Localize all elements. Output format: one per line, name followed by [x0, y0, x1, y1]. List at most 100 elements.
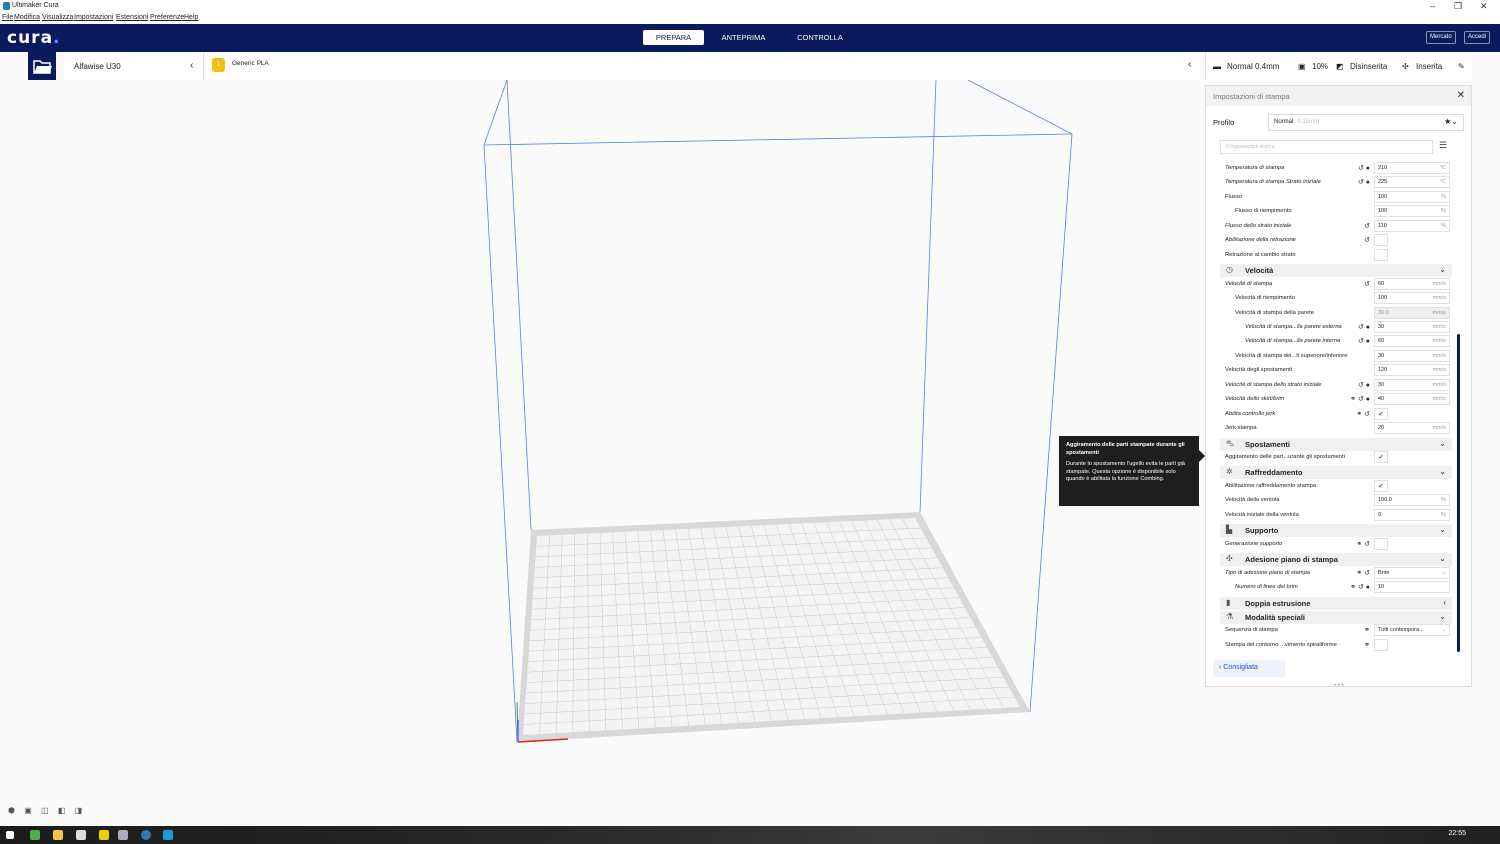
recommended-button[interactable]: ‹ Consigliata — [1213, 660, 1285, 677]
category-label: Raffreddamento — [1245, 468, 1303, 478]
reset-link-icons[interactable]: ⚭ ↺ ● — [1340, 395, 1370, 403]
category-raffreddamento[interactable]: ✲ Raffreddamento ⌄ — [1220, 466, 1452, 480]
reset-link-icons[interactable]: ↺ — [1340, 222, 1370, 230]
menu-estensioni[interactable]: Estensioni — [116, 14, 148, 21]
tab-anteprima[interactable]: ANTEPRIMA — [713, 30, 774, 45]
setting-value-field[interactable]: 30 mm/s — [1374, 378, 1450, 391]
chrome-icon[interactable] — [30, 830, 40, 840]
marketplace-button[interactable]: Mercato — [1426, 31, 1456, 44]
setting-value-field[interactable]: Brim ⌄ — [1374, 566, 1450, 579]
view-right-icon[interactable]: ◨ — [75, 806, 83, 815]
view-front-icon[interactable]: ▣ — [24, 806, 32, 815]
chevron-left-icon: ‹ — [1188, 59, 1192, 70]
print-settings-summary[interactable]: ▬ Normal 0.4mm ▣ 10% ◩ Disinserita ✣ Ins… — [1205, 52, 1472, 80]
setting-value-field[interactable]: 40 mm/s — [1374, 393, 1450, 406]
reset-link-icons[interactable]: ↺ — [1340, 236, 1370, 244]
menu-file[interactable]: File — [2, 14, 13, 21]
scrollbar[interactable] — [1457, 334, 1460, 652]
menu-impostazioni[interactable]: Impostazioni — [74, 14, 113, 21]
setting-value-field[interactable]: 60 mm/s — [1374, 277, 1450, 290]
close-window-button[interactable]: ✕ — [1480, 1, 1488, 12]
explorer-icon[interactable] — [53, 830, 63, 840]
setting-value: 60 — [1378, 338, 1385, 345]
setting-value-field[interactable]: 10 — [1374, 581, 1450, 594]
setting-value-field[interactable]: 30 mm/s — [1374, 349, 1450, 362]
search-input[interactable]: ⚲ Impostazioni ricerca — [1220, 140, 1433, 154]
reset-link-icons[interactable]: ↺ ● — [1340, 381, 1370, 389]
category-spostamenti[interactable]: ⛍ Spostamenti ⌄ — [1220, 437, 1452, 451]
setting-row: Velocità di stampa...lla parete interna ↺… — [1224, 335, 1452, 349]
menu-modifica[interactable]: Modifica — [14, 14, 40, 21]
sticky-icon[interactable] — [99, 830, 109, 840]
setting-value-field[interactable]: 100 mm/s — [1374, 292, 1450, 305]
printer-selector[interactable]: Alfawise U30 ‹ — [64, 52, 204, 80]
setting-unit: mm/s — [1432, 367, 1446, 374]
open-file-button[interactable] — [28, 52, 56, 80]
printer-name: Alfawise U30 — [74, 62, 121, 71]
view-3d-icon[interactable]: ⬢ — [8, 806, 15, 815]
setting-checkbox[interactable]: ✓ — [1374, 451, 1388, 463]
view-left-icon[interactable]: ◧ — [58, 806, 66, 815]
tab-controlla[interactable]: CONTROLLA — [788, 30, 852, 45]
tab-prepara[interactable]: PREPARA — [643, 30, 704, 45]
mail-icon[interactable] — [76, 830, 86, 840]
setting-row: Velocità degli spostamenti 120 mm/s — [1224, 364, 1452, 378]
close-icon[interactable]: ✕ — [1457, 90, 1465, 101]
setting-checkbox[interactable] — [1374, 537, 1388, 550]
reset-link-icons[interactable]: ↺ ● — [1340, 337, 1370, 345]
hamburger-menu-icon[interactable]: ☰ — [1439, 140, 1447, 151]
setting-value-field[interactable]: 30.0 mm/s — [1374, 306, 1450, 319]
reset-link-icons[interactable]: ⚭ ↺ ● — [1340, 583, 1370, 591]
setting-checkbox[interactable]: ✓ — [1374, 479, 1388, 492]
setting-checkbox[interactable] — [1374, 638, 1388, 651]
setting-label: Flusso — [1225, 193, 1243, 200]
setting-checkbox[interactable] — [1374, 248, 1388, 261]
edge-icon[interactable] — [141, 830, 151, 840]
reset-link-icons[interactable]: ⚭ ↺ — [1340, 410, 1370, 418]
setting-value-field[interactable]: Tutti contempora... ⌄ — [1374, 624, 1450, 637]
reset-link-icons[interactable]: ↺ ● — [1340, 164, 1370, 172]
signin-button[interactable]: Accedi — [1464, 31, 1491, 44]
reset-link-icons[interactable]: ⚭ — [1340, 641, 1370, 649]
setting-checkbox[interactable]: ✓ — [1374, 407, 1388, 420]
setting-value-field[interactable]: 110% — [1374, 219, 1450, 232]
setting-checkbox[interactable] — [1374, 234, 1388, 247]
category-velocit-[interactable]: ◷ Velocità ⌄ — [1220, 264, 1452, 278]
category-supporto[interactable]: ▙ Supporto ⌄ — [1220, 524, 1452, 538]
resize-handle[interactable]: • • • — [1334, 683, 1344, 689]
maximize-button[interactable]: ❐ — [1454, 1, 1462, 12]
material-selector[interactable]: 1 Generic PLA ‹ — [205, 52, 1200, 80]
menu-preferenze[interactable]: Preferenze — [150, 14, 184, 21]
pencil-icon: ✎ — [1458, 62, 1465, 71]
category-label: Supporto — [1245, 526, 1279, 536]
setting-value-field[interactable]: 20 mm/s — [1374, 422, 1450, 435]
menu-help[interactable]: Help — [184, 14, 198, 21]
menu-visualizza[interactable]: Visualizza — [42, 14, 73, 21]
profile-dropdown[interactable]: Normal 0.15mm ★⌄ — [1268, 114, 1464, 131]
reset-link-icons[interactable]: ⚭ ↺ — [1340, 540, 1370, 548]
reset-link-icons[interactable]: ⚭ ↺ — [1340, 569, 1370, 577]
profile-value: Normal — [1274, 119, 1294, 125]
minimize-button[interactable]: – — [1430, 1, 1435, 11]
setting-value-field[interactable]: 100% — [1374, 205, 1450, 218]
reset-link-icons[interactable]: ↺ ● — [1340, 178, 1370, 186]
setting-value-field[interactable]: 60 mm/s — [1374, 335, 1450, 348]
reset-link-icons[interactable]: ↺ — [1340, 280, 1370, 288]
setting-value-field[interactable]: 100.0% — [1374, 494, 1450, 507]
start-icon[interactable] — [6, 831, 14, 839]
setting-value-field[interactable]: 100% — [1374, 190, 1450, 203]
category-doppia-estrusione[interactable]: ▮ Doppia estrusione ‹ — [1220, 596, 1452, 610]
view-top-icon[interactable]: ◫ — [41, 806, 49, 815]
reset-link-icons[interactable]: ↺ ● — [1340, 323, 1370, 331]
setting-value-field[interactable]: 225 °C — [1374, 176, 1450, 189]
calculator-icon[interactable] — [118, 830, 128, 840]
cura-taskbar-icon[interactable] — [163, 830, 173, 840]
category-modalit-speciali[interactable]: ⚗ Modalità speciali ⌄ — [1220, 610, 1452, 624]
setting-value-field[interactable]: 30 mm/s — [1374, 320, 1450, 333]
setting-label: Retrazione al cambio strato — [1225, 251, 1296, 258]
reset-link-icons[interactable]: ⚭ — [1340, 626, 1370, 634]
setting-value-field[interactable]: 120 mm/s — [1374, 364, 1450, 377]
category-adesione-piano-di-stampa[interactable]: ✣ Adesione piano di stampa ⌄ — [1220, 553, 1452, 567]
setting-value-field[interactable]: 210 °C — [1374, 162, 1450, 174]
setting-value-field[interactable]: 0% — [1374, 508, 1450, 521]
